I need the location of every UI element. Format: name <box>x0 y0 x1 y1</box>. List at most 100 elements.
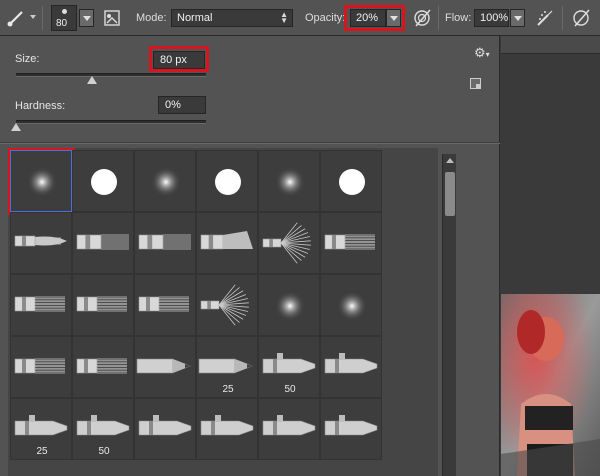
gear-icon[interactable]: ⚙▾ <box>474 46 492 60</box>
brush-preset-fan-brush[interactable] <box>258 212 320 274</box>
brush-preset-round-point-brush[interactable] <box>10 212 72 274</box>
canvas-photo <box>501 294 600 476</box>
hardness-slider-track[interactable] <box>16 120 206 124</box>
mode-select[interactable]: Normal ▲ ▼ <box>171 9 293 27</box>
hard-round-icon <box>91 169 117 195</box>
brush-preset-picker[interactable]: 80 <box>51 5 77 31</box>
brush-preset-flat-bristle-brush[interactable] <box>72 336 134 398</box>
pencil-icon <box>136 358 191 374</box>
brush-preset-flat-bristle-brush[interactable] <box>72 274 134 336</box>
angled-brush-icon <box>200 231 253 250</box>
brush-preset-size-label: 50 <box>284 384 296 395</box>
brush-preset-soft-round[interactable] <box>320 274 382 336</box>
brush-preset-airbrush-pen[interactable] <box>320 398 382 460</box>
canvas-ruler-strip <box>501 36 600 54</box>
flat-bristle-brush-icon <box>14 358 65 374</box>
soft-round-icon <box>275 291 305 321</box>
fan-brush-icon <box>262 222 311 264</box>
brush-preset-grid: 25 50 25 50 <box>8 148 438 476</box>
size-label: Size: <box>15 53 40 65</box>
panel-divider <box>0 142 500 144</box>
brush-preset-hard-round[interactable] <box>320 150 382 212</box>
hardness-value: 0% <box>165 99 181 111</box>
round-point-brush-icon <box>14 235 67 247</box>
tool-preset-chevron-down-icon[interactable] <box>30 15 36 19</box>
brush-preset-soft-round[interactable] <box>134 150 196 212</box>
brush-preset-flat-bristle-brush[interactable] <box>10 336 72 398</box>
airbrush-pen-icon <box>324 353 378 374</box>
flow-chevron-down-icon[interactable] <box>510 9 525 27</box>
brush-preset-size-label: 25 <box>36 446 48 457</box>
brush-preset-flat-bristle-brush[interactable] <box>10 274 72 336</box>
pressure-size-icon[interactable] <box>570 7 592 29</box>
size-highlight <box>149 46 209 72</box>
opacity-highlight <box>344 5 405 31</box>
airbrush-pen-icon <box>138 415 192 436</box>
fan-brush-icon <box>200 284 249 326</box>
size-slider-track[interactable] <box>16 73 206 77</box>
brush-preset-airbrush-pen[interactable]: 25 <box>10 398 72 460</box>
airbrush-icon[interactable] <box>534 7 556 29</box>
brush-panel-icon[interactable] <box>103 9 121 27</box>
new-preset-icon[interactable] <box>470 78 481 89</box>
hardness-slider-thumb[interactable] <box>11 123 21 131</box>
mode-label: Mode: <box>136 12 167 24</box>
flat-bristle-brush-icon <box>76 296 127 312</box>
brush-preset-hard-round[interactable] <box>72 150 134 212</box>
options-bar: 80 Mode: Normal ▲ ▼ Opacity: 20% Flow: 10… <box>0 0 600 36</box>
scrollbar-thumb[interactable] <box>445 172 455 216</box>
size-slider-thumb[interactable] <box>87 76 97 84</box>
brush-size-value: 80 <box>56 18 68 29</box>
soft-round-icon <box>151 167 181 197</box>
brush-preset-size-label: 25 <box>222 384 234 395</box>
brush-preset-chevron-down-icon[interactable] <box>79 9 94 27</box>
flat-bristle-brush-icon <box>76 358 127 374</box>
flat-banded-brush-icon <box>76 234 129 250</box>
mode-chevron-icon: ▲ ▼ <box>280 10 288 25</box>
hard-round-icon <box>339 169 365 195</box>
flat-bristle-brush-icon <box>138 296 189 312</box>
preset-scrollbar[interactable] <box>442 154 456 476</box>
hard-round-icon <box>215 169 241 195</box>
brush-preset-pencil[interactable] <box>134 336 196 398</box>
separator <box>438 6 439 30</box>
brush-preset-airbrush-pen[interactable] <box>134 398 196 460</box>
flat-bristle-brush-icon <box>14 296 65 312</box>
brush-preset-fan-brush[interactable] <box>196 274 258 336</box>
soft-round-icon <box>275 167 305 197</box>
brush-preset-size-label: 50 <box>98 446 110 457</box>
brush-preset-soft-round[interactable] <box>258 274 320 336</box>
brush-preset-soft-round[interactable] <box>258 150 320 212</box>
brush-preset-airbrush-pen[interactable] <box>258 398 320 460</box>
airbrush-pen-icon <box>324 415 378 436</box>
flow-label: Flow: <box>445 12 472 24</box>
brush-preset-flat-banded-brush[interactable] <box>72 212 134 274</box>
separator <box>42 6 43 30</box>
flow-field[interactable]: 100% <box>474 9 509 27</box>
brush-preset-airbrush-pen[interactable] <box>196 398 258 460</box>
separator <box>562 6 563 30</box>
selected-preset-highlight <box>8 148 75 215</box>
brush-preset-hard-round[interactable] <box>196 150 258 212</box>
brush-preset-airbrush-pen[interactable] <box>320 336 382 398</box>
hardness-field[interactable]: 0% <box>158 96 206 114</box>
flow-value: 100% <box>480 12 509 24</box>
document-canvas[interactable] <box>501 36 600 476</box>
scroll-up-icon[interactable] <box>446 158 454 163</box>
brush-preset-airbrush-pen[interactable]: 50 <box>72 398 134 460</box>
opacity-label: Opacity: <box>305 12 346 24</box>
brush-icon[interactable] <box>6 8 28 28</box>
airbrush-pen-icon <box>262 415 316 436</box>
brush-preset-angled-brush[interactable] <box>196 212 258 274</box>
brush-preset-flat-bristle-brush[interactable] <box>320 212 382 274</box>
brush-tip-preview <box>62 9 67 14</box>
pressure-opacity-icon[interactable] <box>411 7 433 29</box>
airbrush-pen-icon <box>200 415 254 436</box>
brush-preset-flat-bristle-brush[interactable] <box>134 274 196 336</box>
flat-bristle-brush-icon <box>324 234 375 250</box>
brush-preset-pencil[interactable]: 25 <box>196 336 258 398</box>
brush-preset-airbrush-pen[interactable]: 50 <box>258 336 320 398</box>
soft-round-icon <box>337 291 367 321</box>
brush-preset-flat-banded-brush[interactable] <box>134 212 196 274</box>
mode-value: Normal <box>177 12 213 24</box>
